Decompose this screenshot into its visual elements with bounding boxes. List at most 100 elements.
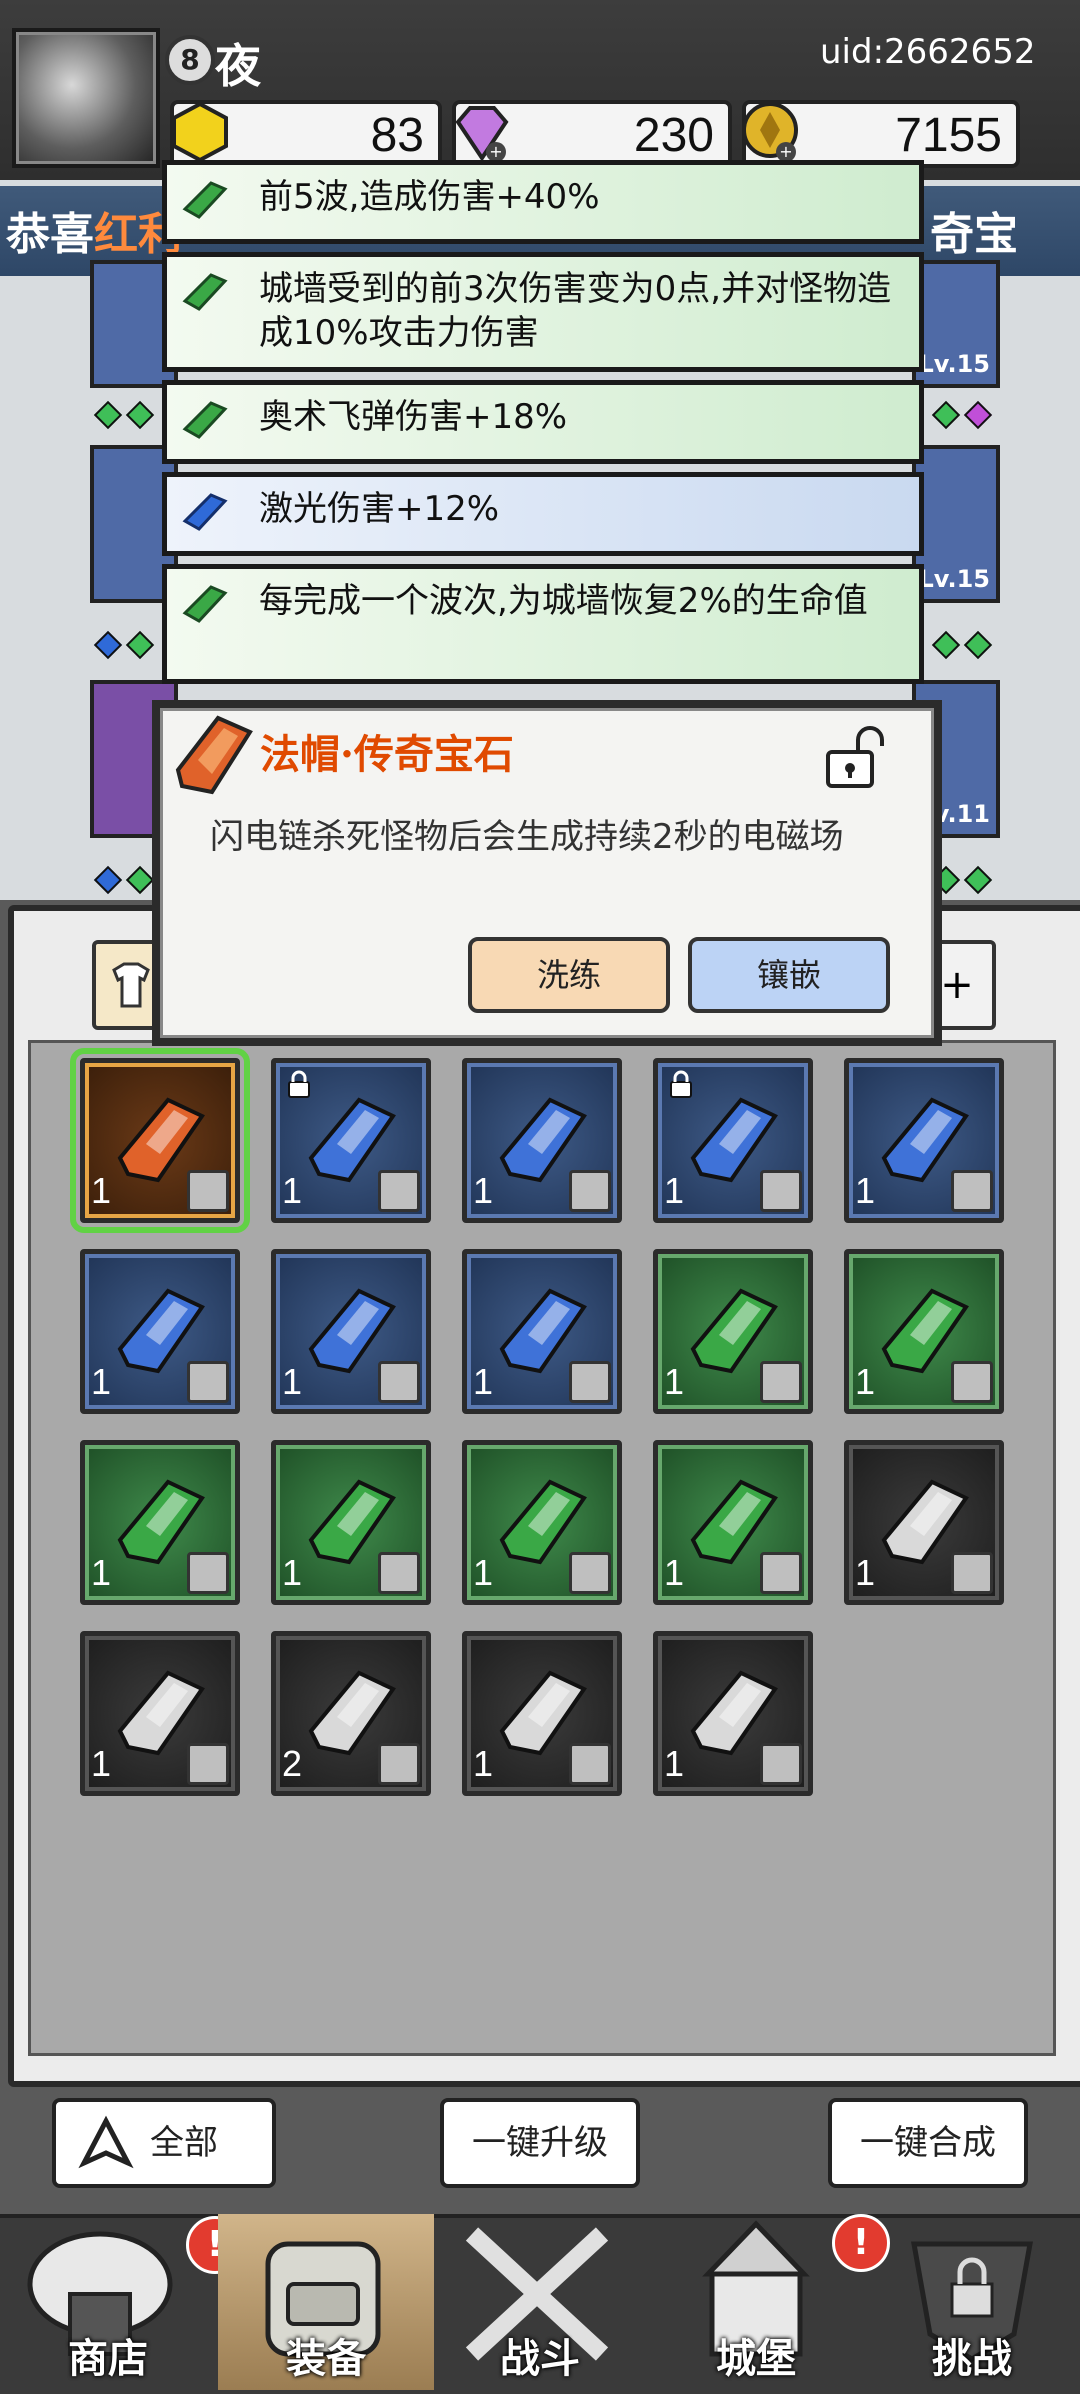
item-count: 1 — [473, 1361, 494, 1402]
equipment-type-icon — [760, 1743, 802, 1785]
socket-indicators-right-1 — [930, 400, 994, 430]
equipment-type-icon — [760, 1361, 802, 1403]
item-count: 1 — [855, 1361, 876, 1402]
player-level-badge: 8 — [165, 35, 215, 85]
inventory-slot[interactable]: 1 — [653, 1440, 813, 1605]
gear-level: Lv.15 — [918, 350, 991, 378]
item-count: 1 — [664, 1170, 685, 1211]
gold-gem-value: 83 — [370, 109, 424, 162]
announcement-text-left: 恭喜红利 — [6, 209, 182, 260]
reroll-button[interactable]: 洗练 — [468, 937, 670, 1013]
tooltip-title: 法帽·传奇宝石 — [260, 731, 514, 778]
item-count: 1 — [473, 1552, 494, 1593]
equipment-type-icon — [378, 1552, 420, 1594]
gear-level: Lv.15 — [918, 565, 991, 593]
inventory-slot[interactable]: 1 — [653, 1249, 813, 1414]
equipment-type-icon — [187, 1170, 229, 1212]
item-count: 1 — [282, 1361, 303, 1402]
filter-all-button[interactable]: 全部 — [52, 2098, 276, 2188]
equipment-type-icon — [187, 1361, 229, 1403]
item-count: 2 — [282, 1743, 303, 1784]
inventory-slot[interactable]: 1 — [462, 1249, 622, 1414]
item-count: 1 — [473, 1170, 494, 1211]
inventory-slot[interactable]: 1 — [844, 1249, 1004, 1414]
inlay-button[interactable]: 镶嵌 — [688, 937, 890, 1013]
equipment-type-icon — [187, 1552, 229, 1594]
blue-gem-icon — [182, 493, 228, 531]
nav-battle[interactable]: 战斗 — [432, 2214, 648, 2390]
equipment-type-icon — [569, 1743, 611, 1785]
plus-icon: + — [940, 962, 974, 1008]
inventory-slot[interactable]: 1 — [271, 1058, 431, 1223]
nav-equipment[interactable]: 装备 — [218, 2214, 434, 2390]
buff-item: 激光伤害+12% — [162, 472, 924, 556]
upgrade-all-button[interactable]: 一键升级 — [440, 2098, 640, 2188]
inventory-slot[interactable]: 1 — [80, 1631, 240, 1796]
svg-text:+: + — [489, 142, 502, 161]
coin-value: 7155 — [895, 109, 1002, 162]
equipment-type-icon — [378, 1743, 420, 1785]
inventory-slot[interactable]: 2 — [271, 1631, 431, 1796]
equipment-type-icon — [951, 1170, 993, 1212]
inventory-slot[interactable]: 1 — [462, 1058, 622, 1223]
item-count: 1 — [855, 1552, 876, 1593]
item-count: 1 — [91, 1743, 112, 1784]
equipment-type-icon — [951, 1552, 993, 1594]
svg-text:+: + — [779, 142, 792, 161]
inventory-slot[interactable]: 1 — [271, 1249, 431, 1414]
inventory-slot[interactable]: 1 — [653, 1631, 813, 1796]
nav-challenge[interactable]: 挑战 — [864, 2214, 1080, 2390]
coin-counter[interactable]: + 7155 — [742, 100, 1020, 168]
equipment-type-icon — [378, 1170, 420, 1212]
green-gem-icon — [182, 273, 228, 311]
unlock-icon[interactable] — [818, 722, 890, 794]
socket-indicators-left-2 — [92, 630, 156, 660]
inventory-slot[interactable]: 1 — [653, 1058, 813, 1223]
equipment-type-icon — [569, 1170, 611, 1212]
nav-shop[interactable]: ! 商店 — [0, 2214, 244, 2390]
inventory-slot[interactable]: 1 — [80, 1440, 240, 1605]
item-count: 1 — [664, 1361, 685, 1402]
equipment-type-icon — [569, 1552, 611, 1594]
diamond-icon: + — [455, 106, 509, 162]
equipment-type-icon — [187, 1743, 229, 1785]
gear-slot-right-2[interactable]: Lv.15 — [912, 445, 1000, 603]
item-count: 1 — [91, 1170, 112, 1211]
player-name: 夜 — [215, 39, 261, 93]
gear-slot-right-1[interactable]: Lv.15 — [912, 260, 1000, 388]
inventory-slot[interactable]: 1 — [844, 1440, 1004, 1605]
avatar[interactable] — [12, 28, 160, 168]
item-count: 1 — [664, 1552, 685, 1593]
tooltip-description: 闪电链杀死怪物后会生成持续2秒的电磁场 — [210, 817, 844, 857]
socket-indicators-right-2 — [930, 630, 994, 660]
inventory-slot[interactable]: 1 — [70, 1048, 250, 1233]
triangle-filter-icon — [78, 2115, 134, 2169]
inventory-slot[interactable]: 1 — [80, 1249, 240, 1414]
inventory-slot[interactable]: 1 — [462, 1440, 622, 1605]
inventory-slot[interactable]: 1 — [271, 1440, 431, 1605]
buff-item: 每完成一个波次,为城墙恢复2%的生命值 — [162, 564, 924, 684]
diamond-counter[interactable]: + 230 — [452, 100, 732, 168]
gold-gem-counter[interactable]: 83 — [170, 100, 442, 168]
lock-icon — [288, 1070, 310, 1098]
equipment-type-icon — [569, 1361, 611, 1403]
green-gem-icon — [182, 181, 228, 219]
item-count: 1 — [282, 1170, 303, 1211]
buff-item: 奥术飞弹伤害+18% — [162, 380, 924, 464]
lock-icon — [670, 1070, 692, 1098]
inventory-slot[interactable]: 1 — [462, 1631, 622, 1796]
nav-castle[interactable]: ! 城堡 — [648, 2214, 890, 2390]
inventory-slot[interactable]: 1 — [844, 1058, 1004, 1223]
equipment-type-icon — [760, 1170, 802, 1212]
buff-item: 城墙受到的前3次伤害变为0点,并对怪物造成10%攻击力伤害 — [162, 252, 924, 372]
item-count: 1 — [664, 1743, 685, 1784]
socket-indicators-left-3 — [92, 865, 156, 895]
coin-icon: + — [742, 102, 798, 162]
diamond-value: 230 — [633, 109, 714, 162]
legendary-gem-icon — [175, 715, 253, 795]
item-count: 1 — [855, 1170, 876, 1211]
player-uid: uid:2662652 — [820, 32, 1036, 72]
equipment-type-icon — [378, 1361, 420, 1403]
merge-all-button[interactable]: 一键合成 — [828, 2098, 1028, 2188]
buff-item: 前5波,造成伤害+40% — [162, 160, 924, 244]
